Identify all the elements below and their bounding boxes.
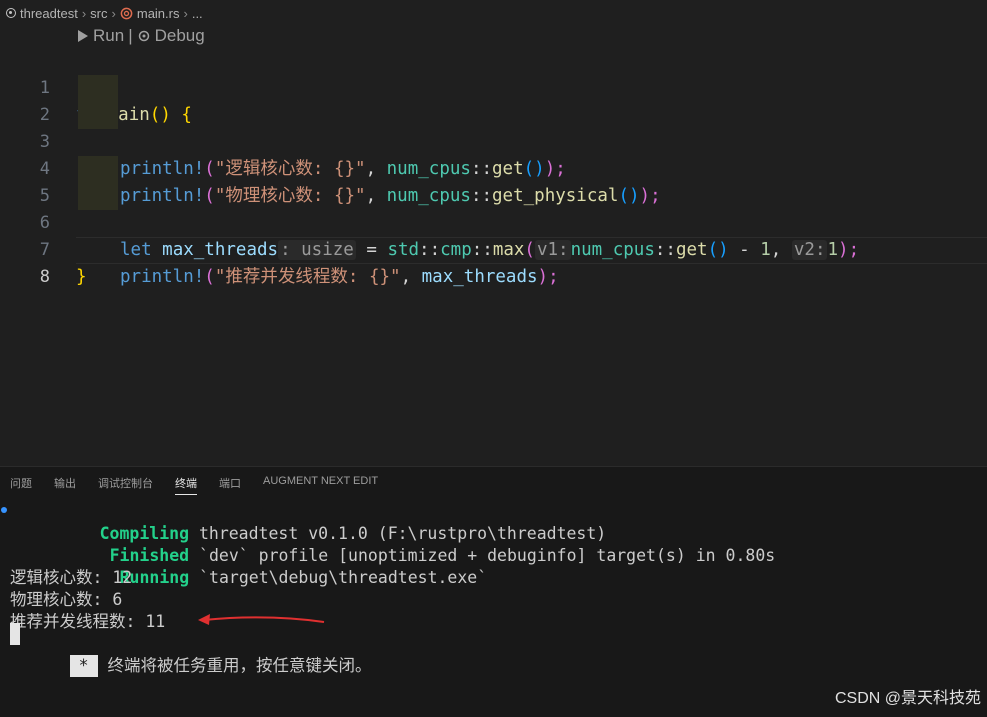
output-recommended-threads: 推荐并发线程数: 11 xyxy=(10,612,166,631)
debug-link[interactable]: Debug xyxy=(155,26,205,46)
tab-problems[interactable]: 问题 xyxy=(10,475,32,495)
command-status-dot-icon xyxy=(1,507,7,513)
macro: println! xyxy=(120,267,205,287)
code-lines[interactable]: 1 fn main() { 2 println!("逻辑核心数: {}", nu… xyxy=(0,48,987,287)
run-link[interactable]: Run xyxy=(93,26,124,46)
watermark: CSDN @景天科技苑 xyxy=(834,690,981,707)
tab-debug-console[interactable]: 调试控制台 xyxy=(98,475,153,495)
compiling-label: Compiling xyxy=(99,524,190,543)
code-line-8[interactable]: 8 xyxy=(0,237,987,287)
gear-icon xyxy=(138,30,149,42)
reuse-message: 终端将被任务重用，按任意键关闭。 xyxy=(97,656,372,675)
indent-guide xyxy=(78,102,118,129)
breadcrumb-more[interactable]: ... xyxy=(192,6,203,21)
close: ); xyxy=(537,267,559,287)
bottom-panel: 问题 输出 调试控制台 终端 端口 AUGMENT NEXT EDIT Comp… xyxy=(0,466,987,717)
current-line-highlight xyxy=(76,237,987,264)
folder-circle-icon xyxy=(6,8,16,18)
code-line-1[interactable]: 1 fn main() { xyxy=(0,48,987,125)
tab-augment-next-edit[interactable]: AUGMENT NEXT EDIT xyxy=(263,475,378,495)
finished-label: Finished xyxy=(109,546,190,565)
chevron-right-icon: › xyxy=(183,5,188,21)
string-literal: "推荐并发线程数: {}" xyxy=(214,267,401,287)
terminal-output[interactable]: Compiling threadtest v0.1.0 (F:\rustpro\… xyxy=(1,501,776,677)
comma: , xyxy=(400,267,422,287)
breadcrumb-file[interactable]: main.rs xyxy=(137,6,180,21)
chevron-right-icon: › xyxy=(111,5,116,21)
rust-file-icon xyxy=(120,7,133,19)
indent-guide xyxy=(78,156,118,183)
compiling-text: threadtest v0.1.0 (F:\rustpro\threadtest… xyxy=(189,524,607,543)
tab-ports[interactable]: 端口 xyxy=(219,475,241,495)
running-text: `target\debug\threadtest.exe` xyxy=(189,568,488,587)
code-line-4[interactable]: 4 xyxy=(0,129,987,179)
breadcrumb: threadtest › src › main.rs › ... xyxy=(6,3,203,23)
line-number: 8 xyxy=(39,267,50,287)
terminal-cursor-block: * xyxy=(69,655,98,677)
play-icon xyxy=(78,30,88,42)
panel-tabs: 问题 输出 调试控制台 终端 端口 AUGMENT NEXT EDIT xyxy=(10,475,378,495)
tab-terminal[interactable]: 终端 xyxy=(175,475,197,495)
indent-guide xyxy=(78,183,118,210)
codelens: Run | Debug xyxy=(77,26,205,46)
terminal-cursor-bar xyxy=(10,623,20,645)
editor-area[interactable]: threadtest › src › main.rs › ... Run | D… xyxy=(0,0,987,466)
tab-output[interactable]: 输出 xyxy=(54,475,76,495)
code-line-5[interactable]: 5 let max_threads: usize = std::cmp::max… xyxy=(0,156,987,260)
code-line-2[interactable]: 2 println!("逻辑核心数: {}", num_cpus::get())… xyxy=(0,75,987,179)
breadcrumb-folder[interactable]: threadtest xyxy=(20,6,78,21)
code-line-7[interactable]: 7 } xyxy=(0,210,987,287)
breadcrumb-src[interactable]: src xyxy=(90,6,107,21)
code-line-3[interactable]: 3 println!("物理核心数: {}", num_cpus::get_ph… xyxy=(0,102,987,206)
chevron-right-icon: › xyxy=(81,5,87,21)
red-arrow-annotation-icon xyxy=(198,614,325,625)
brace: } xyxy=(76,267,87,287)
variable: max_threads xyxy=(421,267,538,287)
output-physical-cores: 物理核心数: 6 xyxy=(10,590,123,609)
paren: ( xyxy=(204,267,215,287)
code-line-6[interactable]: 6 println!("推荐并发线程数: {}", max_threads); xyxy=(0,183,987,287)
finished-text: `dev` profile [unoptimized + debuginfo] … xyxy=(189,546,776,565)
codelens-separator: | xyxy=(128,26,133,45)
indent-guide xyxy=(78,75,118,102)
